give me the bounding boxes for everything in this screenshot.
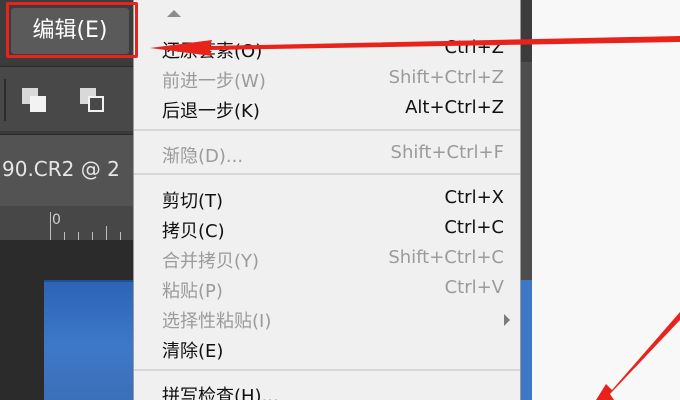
menu-item-shortcut: Ctrl+V xyxy=(444,277,504,298)
menu-item-shortcut: Shift+Ctrl+C xyxy=(388,247,504,268)
document-tab[interactable]: 90.CR2 @ 2 xyxy=(2,157,120,181)
menu-item-label: 合并拷贝(Y) xyxy=(162,251,260,272)
menu-item-label: 剪切(T) xyxy=(162,191,224,212)
selection-subtract-icon[interactable] xyxy=(76,84,108,116)
menu-item-spell-check[interactable]: 拼写检查(H)... xyxy=(134,379,520,400)
menu-item-shortcut: Shift+Ctrl+Z xyxy=(388,67,504,88)
scroll-up-arrow-icon[interactable] xyxy=(167,10,181,17)
menu-item-paste-special[interactable]: 选择性粘贴(I) xyxy=(134,304,520,334)
menu-item-shortcut: Ctrl+C xyxy=(444,217,504,238)
menu-item-shortcut: Ctrl+Z xyxy=(444,37,504,58)
ruler-tick xyxy=(92,232,93,240)
menu-item-fade[interactable]: 渐隐(D)... Shift+Ctrl+F xyxy=(134,139,520,169)
menu-item-paste[interactable]: 粘贴(P) Ctrl+V xyxy=(134,274,520,304)
menu-item-label: 前进一步(W) xyxy=(162,71,266,92)
ruler-label: 0 xyxy=(52,212,61,228)
photo-edge xyxy=(44,280,140,282)
options-divider xyxy=(4,79,6,121)
menu-item-step-forward[interactable]: 前进一步(W) Shift+Ctrl+Z xyxy=(134,64,520,94)
menu-item-label: 后退一步(K) xyxy=(162,101,260,122)
document-tab-bar: 90.CR2 @ 2 xyxy=(0,134,140,207)
menu-item-shortcut: Alt+Ctrl+Z xyxy=(405,97,504,118)
menu-item-label: 粘贴(P) xyxy=(162,281,223,302)
ruler-tick xyxy=(120,232,121,240)
ruler-tick xyxy=(50,212,51,240)
workspace-strip-top xyxy=(520,0,532,62)
menu-item-label: 拼写检查(H)... xyxy=(162,386,279,400)
selection-add-icon[interactable] xyxy=(18,84,50,116)
menu-item-label: 还原套索(O) xyxy=(162,41,263,62)
ruler-tick xyxy=(106,226,107,240)
menu-item-undo-lasso[interactable]: 还原套索(O) Ctrl+Z xyxy=(134,34,520,64)
ruler-tick xyxy=(64,232,65,240)
edit-dropdown-menu: 还原套索(O) Ctrl+Z 前进一步(W) Shift+Ctrl+Z 后退一步… xyxy=(133,0,521,400)
menu-item-label: 清除(E) xyxy=(162,341,224,362)
ruler-tick xyxy=(78,232,79,240)
menu-item-step-backward[interactable]: 后退一步(K) Alt+Ctrl+Z xyxy=(134,94,520,124)
options-bar xyxy=(0,66,140,131)
photo-canvas-image xyxy=(44,280,140,400)
menu-separator xyxy=(134,369,520,371)
menu-item-copy[interactable]: 拷贝(C) Ctrl+C xyxy=(134,214,520,244)
menu-item-copy-merged[interactable]: 合并拷贝(Y) Shift+Ctrl+C xyxy=(134,244,520,274)
submenu-arrow-icon xyxy=(504,314,510,326)
horizontal-ruler: 0 xyxy=(0,206,140,241)
menu-item-label: 渐隐(D)... xyxy=(162,146,244,167)
menu-item-shortcut: Ctrl+X xyxy=(444,187,504,208)
menu-item-clear[interactable]: 清除(E) xyxy=(134,334,520,364)
menu-item-label: 选择性粘贴(I) xyxy=(162,311,272,332)
menu-item-cut[interactable]: 剪切(T) Ctrl+X xyxy=(134,184,520,214)
photo-canvas-image-right xyxy=(520,280,532,400)
menu-separator xyxy=(134,129,520,131)
annotation-arrow-diagonal xyxy=(596,312,680,400)
menu-separator xyxy=(134,173,520,175)
menu-item-shortcut: Shift+Ctrl+F xyxy=(390,142,504,163)
annotation-highlight-box xyxy=(6,2,138,58)
menu-item-label: 拷贝(C) xyxy=(162,221,225,242)
